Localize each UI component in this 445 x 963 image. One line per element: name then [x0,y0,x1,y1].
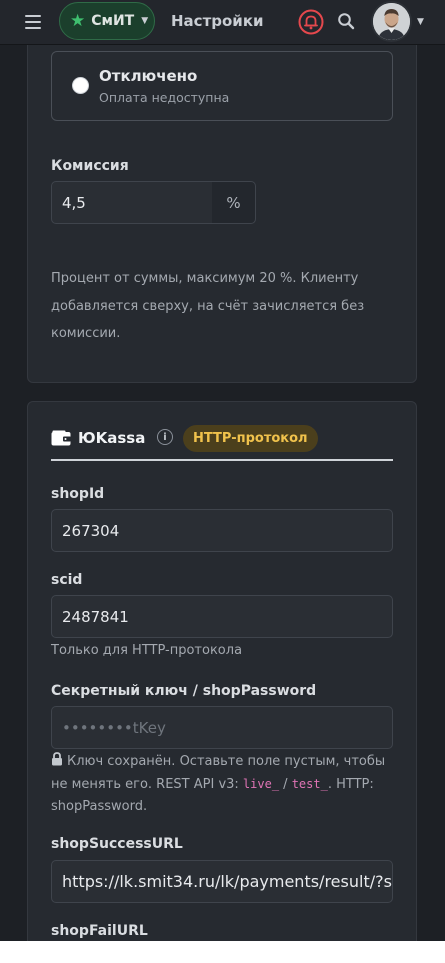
yookassa-header: ЮKassa i HTTP-протокол [51,425,393,461]
fail-url-label: shopFailURL [51,923,148,939]
percent-addon: % [212,181,256,224]
shop-id-label: shopId [51,486,105,502]
scid-label: scid [51,572,83,588]
lock-icon [52,752,62,766]
code-live-prefix: live_ [242,777,280,791]
info-icon[interactable]: i [157,429,173,445]
yookassa-title: ЮKassa [78,429,146,447]
scid-input[interactable]: 2487841 [51,595,393,638]
star-icon: ★ [70,10,86,31]
commission-label: Комиссия [51,158,129,174]
secret-key-help-text: Ключ сохранён. Оставьте поле пустым, что… [51,751,393,818]
wallet-icon [51,430,71,446]
secret-help-separator: / [279,777,292,792]
org-switcher-button[interactable]: ★ СмИТ ▼ [59,2,155,40]
commission-input[interactable]: 4,5 [51,181,213,224]
radio-button[interactable] [72,77,89,94]
notifications-bell-icon[interactable] [298,9,324,35]
protocol-badge: HTTP-протокол [183,425,318,452]
chevron-down-icon: ▼ [141,16,149,26]
org-name: СмИТ [91,13,135,29]
scid-help-text: Только для HTTP-протокола [51,643,243,658]
success-url-label: shopSuccessURL [51,836,183,852]
payment-option-disabled[interactable]: Отключено Оплата недоступна [51,51,393,121]
nav-link-settings[interactable]: Настройки [171,12,264,30]
option-subtitle: Оплата недоступна [99,90,230,105]
commission-help-text: Процент от суммы, максимум 20 %. Клиенту… [51,271,365,341]
search-icon[interactable] [337,12,355,30]
secret-key-input[interactable]: ••••••••tKey [51,706,393,749]
top-navbar: ★ СмИТ ▼ Настройки ▼ [0,0,445,45]
code-test-prefix: test_ [291,777,328,791]
success-url-input[interactable]: https://lk.smit34.ru/lk/payments/result/… [51,860,393,903]
user-menu-chevron-icon[interactable]: ▼ [417,17,424,27]
secret-key-label: Секретный ключ / shopPassword [51,683,317,699]
user-avatar[interactable] [373,3,410,40]
option-title: Отключено [99,67,198,85]
app-viewport: ★ СмИТ ▼ Настройки ▼ Отключено Оплата не… [0,0,445,941]
menu-icon[interactable] [25,15,41,29]
shop-id-input[interactable]: 267304 [51,509,393,552]
